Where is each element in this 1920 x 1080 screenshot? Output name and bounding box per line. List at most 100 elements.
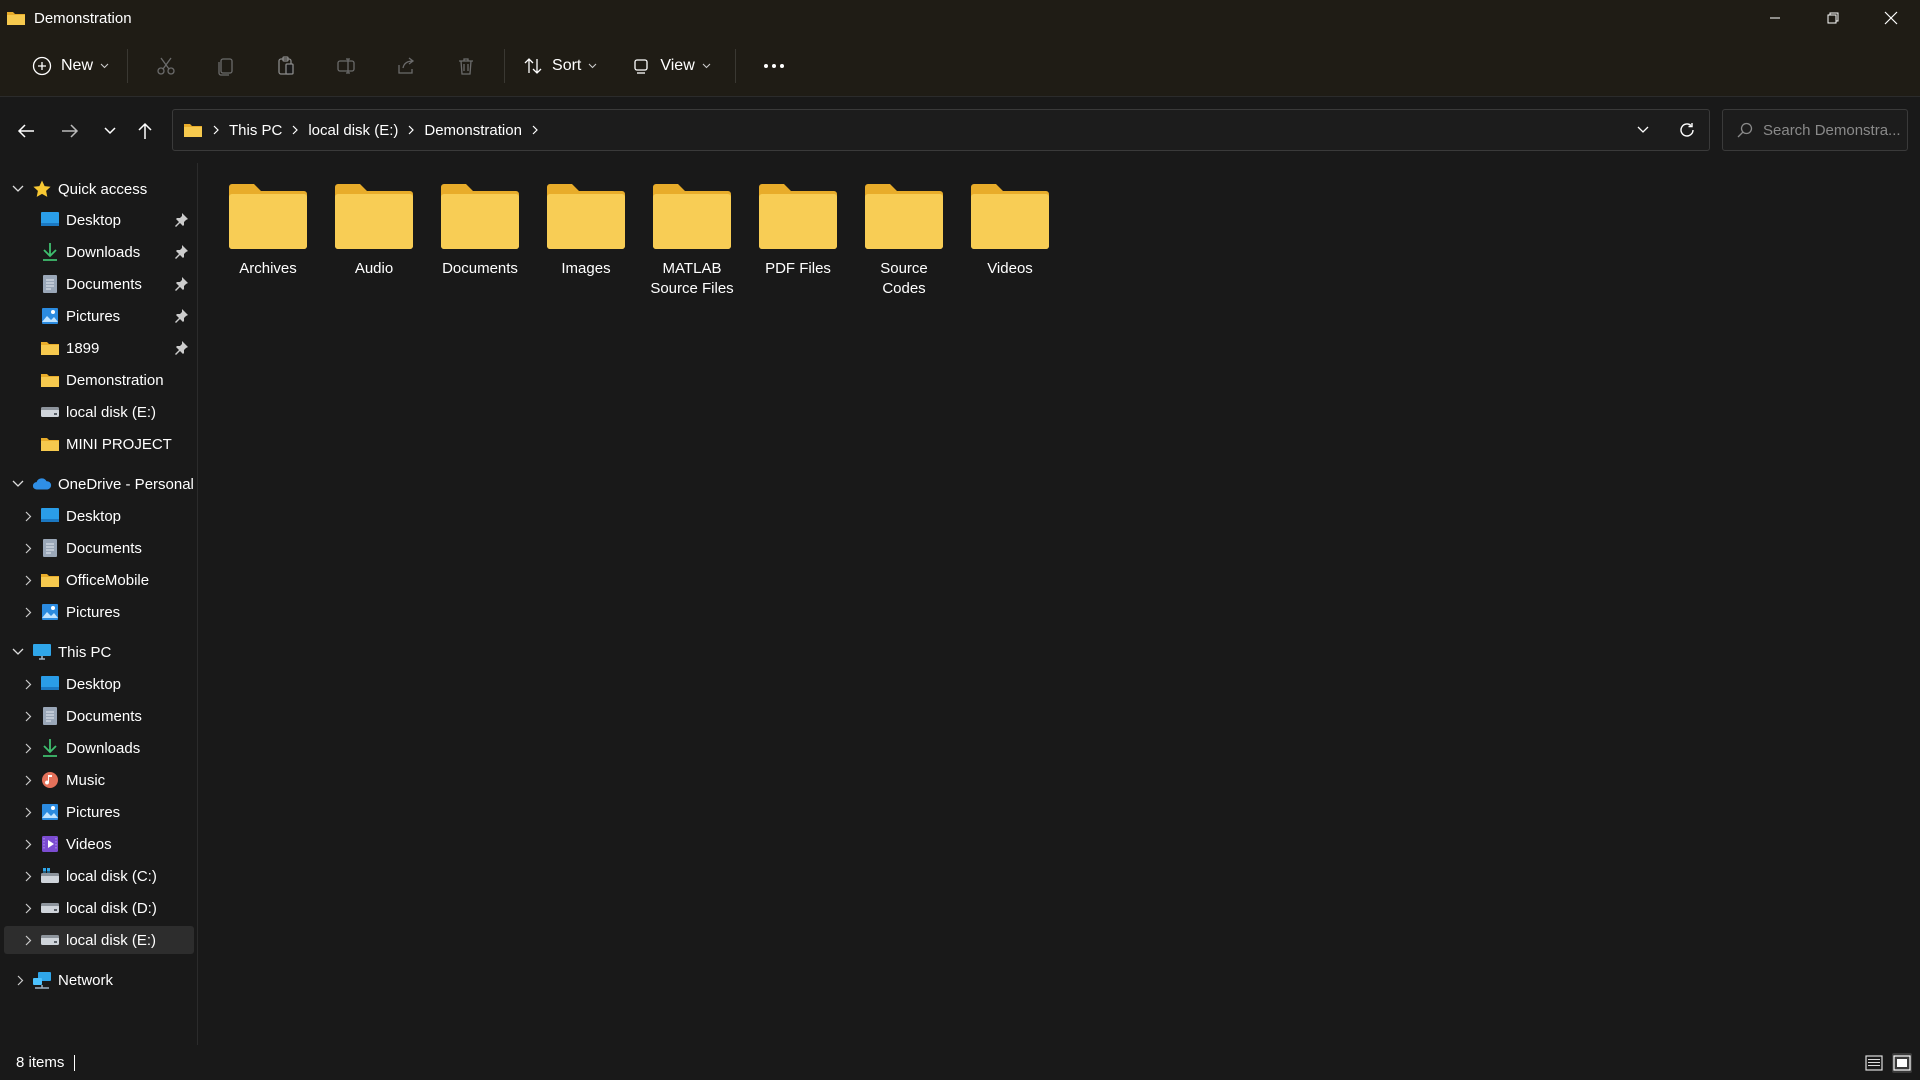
close-icon (1884, 11, 1898, 25)
sidebar-label: Desktop (66, 507, 122, 525)
chevron-right-icon[interactable] (20, 900, 36, 916)
more-options-button[interactable] (744, 46, 804, 86)
chevron-right-icon[interactable] (20, 708, 36, 724)
chevron-right-icon[interactable] (20, 676, 36, 692)
sidebar-item-pc-local-disk-e[interactable]: local disk (E:) (4, 926, 194, 954)
arrow-left-icon (17, 124, 34, 138)
sidebar-item-local-disk-e[interactable]: local disk (E:) (4, 398, 194, 426)
windows-drive-icon (40, 866, 60, 886)
drive-icon (40, 898, 60, 918)
refresh-button[interactable] (1665, 110, 1709, 150)
chevron-right-icon[interactable] (20, 508, 36, 524)
restore-button[interactable] (1804, 0, 1862, 36)
sidebar-item-local-disk-d[interactable]: local disk (D:) (4, 894, 194, 922)
sidebar-item-pc-downloads[interactable]: Downloads (4, 734, 194, 762)
sidebar-item-onedrive-desktop[interactable]: Desktop (4, 502, 194, 530)
chevron-right-icon[interactable] (20, 772, 36, 788)
details-view-button[interactable] (1864, 1053, 1884, 1073)
sort-icon (524, 58, 542, 74)
share-button[interactable] (376, 46, 436, 86)
rename-button[interactable] (316, 46, 376, 86)
large-icons-view-icon (1893, 1055, 1911, 1071)
delete-button[interactable] (436, 46, 496, 86)
chevron-right-icon[interactable] (20, 540, 36, 556)
chevron-down-icon[interactable] (10, 644, 26, 660)
chevron-right-icon[interactable] (20, 604, 36, 620)
pin-icon[interactable] (175, 341, 188, 355)
address-bar[interactable]: This PC local disk (E:) Demonstration (172, 109, 1710, 151)
sidebar-quick-access[interactable]: Quick access (4, 175, 194, 203)
folder-icon (335, 184, 413, 249)
new-button[interactable]: New (22, 46, 119, 86)
sidebar-item-music[interactable]: Music (4, 766, 194, 794)
sidebar-item-pc-documents[interactable]: Documents (4, 702, 194, 730)
cut-button[interactable] (136, 46, 196, 86)
sidebar-this-pc[interactable]: This PC (4, 638, 194, 666)
sidebar-label: 1899 (66, 339, 100, 357)
pin-icon[interactable] (175, 277, 188, 291)
close-button[interactable] (1862, 0, 1920, 36)
sidebar-item-local-disk-c[interactable]: local disk (C:) (4, 862, 194, 890)
folder-pdf-files[interactable]: PDF Files (748, 183, 848, 279)
sidebar-item-documents[interactable]: Documents (4, 270, 194, 298)
folder-name: Audio (354, 260, 394, 277)
chevron-right-icon (408, 125, 415, 135)
recent-locations-button[interactable] (92, 113, 128, 149)
chevron-right-icon[interactable] (20, 836, 36, 852)
breadcrumb-local-disk-e[interactable]: local disk (E:) (308, 122, 398, 139)
view-button[interactable]: View (621, 46, 720, 86)
folder-archives[interactable]: Archives (218, 183, 318, 279)
folder-videos[interactable]: Videos (960, 183, 1060, 279)
search-icon (1737, 122, 1753, 138)
pin-icon[interactable] (175, 309, 188, 323)
paste-button[interactable] (256, 46, 316, 86)
large-icons-view-button[interactable] (1892, 1053, 1912, 1073)
sidebar-item-pictures[interactable]: Pictures (4, 302, 194, 330)
sidebar-item-pc-desktop[interactable]: Desktop (4, 670, 194, 698)
chevron-down-icon[interactable] (10, 181, 26, 197)
chevron-down-icon[interactable] (10, 476, 26, 492)
sort-button[interactable]: Sort (513, 46, 607, 86)
address-history-button[interactable] (1621, 110, 1665, 150)
file-list: Archives Audio Documents Images MATLAB S… (199, 163, 1920, 1045)
sidebar-item-videos[interactable]: Videos (4, 830, 194, 858)
folder-source-codes[interactable]: Source Codes (854, 183, 954, 299)
refresh-icon (1680, 123, 1694, 137)
sidebar-item-onedrive-documents[interactable]: Documents (4, 534, 194, 562)
sidebar-network[interactable]: Network (4, 966, 194, 994)
chevron-right-icon[interactable] (20, 740, 36, 756)
cut-icon (157, 57, 175, 75)
up-button[interactable] (127, 113, 163, 149)
sidebar-item-onedrive-pictures[interactable]: Pictures (4, 598, 194, 626)
search-input[interactable] (1763, 121, 1903, 139)
chevron-right-icon[interactable] (20, 804, 36, 820)
pin-icon[interactable] (175, 213, 188, 227)
copy-button[interactable] (196, 46, 256, 86)
sidebar-item-1899[interactable]: 1899 (4, 334, 194, 362)
window-title: Demonstration (34, 9, 132, 27)
folder-documents[interactable]: Documents (430, 183, 530, 279)
desktop-icon (40, 506, 60, 526)
forward-button[interactable] (52, 113, 88, 149)
sidebar-item-pc-pictures[interactable]: Pictures (4, 798, 194, 826)
sidebar-item-downloads[interactable]: Downloads (4, 238, 194, 266)
pin-icon[interactable] (175, 245, 188, 259)
folder-audio[interactable]: Audio (324, 183, 424, 279)
chevron-right-icon[interactable] (20, 868, 36, 884)
chevron-right-icon[interactable] (20, 572, 36, 588)
chevron-right-icon[interactable] (20, 932, 36, 948)
folder-matlab-source-files[interactable]: MATLAB Source Files (642, 183, 742, 299)
sidebar-item-mini-project[interactable]: MINI PROJECT (4, 430, 194, 458)
sidebar-onedrive[interactable]: OneDrive - Personal (4, 470, 194, 498)
back-button[interactable] (8, 113, 44, 149)
sidebar-item-demonstration[interactable]: Demonstration (4, 366, 194, 394)
sidebar-label: local disk (E:) (66, 931, 157, 949)
sidebar-item-officemobile[interactable]: OfficeMobile (4, 566, 194, 594)
breadcrumb-demonstration[interactable]: Demonstration (424, 122, 522, 139)
folder-images[interactable]: Images (536, 183, 636, 279)
share-icon (398, 57, 415, 74)
minimize-button[interactable] (1746, 0, 1804, 36)
chevron-right-icon[interactable] (12, 972, 28, 988)
breadcrumb-this-pc[interactable]: This PC (229, 122, 282, 139)
sidebar-item-desktop[interactable]: Desktop (4, 206, 194, 234)
